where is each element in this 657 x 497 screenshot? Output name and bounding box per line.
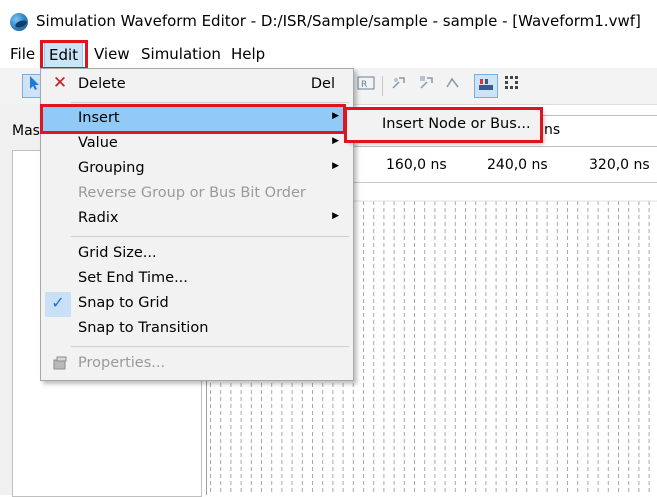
menu-item-set-end-time[interactable]: Set End Time... bbox=[41, 267, 351, 292]
menu-item-label: Set End Time... bbox=[78, 270, 188, 286]
menu-item-label: Properties... bbox=[78, 355, 166, 371]
grid-icon[interactable] bbox=[501, 74, 523, 96]
menu-item-label: Radix bbox=[78, 210, 119, 226]
properties-icon bbox=[51, 355, 69, 373]
insert-annotation-box bbox=[40, 104, 346, 134]
panel-label: Mas bbox=[12, 123, 40, 139]
expand-icon[interactable] bbox=[416, 74, 438, 96]
menu-separator bbox=[71, 346, 349, 347]
menu-item-properties: Properties... bbox=[41, 352, 351, 377]
menu-item-grouping[interactable]: Grouping ▶ bbox=[41, 157, 351, 182]
menu-item-label: Value bbox=[78, 135, 118, 151]
menu-item-snap-to-transition[interactable]: Snap to Transition bbox=[41, 317, 351, 342]
menu-item-reverse-group: Reverse Group or Bus Bit Order bbox=[41, 182, 351, 207]
menu-item-grid-size[interactable]: Grid Size... bbox=[41, 242, 351, 267]
menu-view[interactable]: View bbox=[91, 45, 133, 63]
menu-item-label: Grouping bbox=[78, 160, 145, 176]
toolbar-separator bbox=[382, 76, 383, 96]
menu-item-value[interactable]: Value ▶ bbox=[41, 132, 351, 157]
menu-item-snap-to-grid[interactable]: ✓ Snap to Grid bbox=[41, 292, 351, 317]
menu-item-delete[interactable]: ✕ Delete Del bbox=[41, 73, 351, 98]
shortcut-label: Del bbox=[310, 76, 335, 92]
menu-bar: File Edit View Simulation Help bbox=[0, 42, 657, 68]
menu-separator bbox=[71, 102, 349, 103]
time-tick-label: 240,0 ns bbox=[487, 157, 548, 173]
time-tick-label: 160,0 ns bbox=[386, 157, 447, 173]
menu-file[interactable]: File bbox=[7, 45, 38, 63]
menu-item-radix[interactable]: Radix ▶ bbox=[41, 207, 351, 232]
window-title: Simulation Waveform Editor - D:/ISR/Samp… bbox=[36, 12, 641, 30]
time-unit-text: ns bbox=[544, 122, 561, 138]
menu-help[interactable]: Help bbox=[228, 45, 268, 63]
svg-text:R: R bbox=[361, 80, 367, 90]
menu-separator bbox=[71, 236, 349, 237]
grid-snap-icon[interactable] bbox=[474, 74, 498, 98]
submenu-arrow-icon: ▶ bbox=[332, 161, 339, 171]
submenu-annotation-box bbox=[344, 107, 543, 143]
submenu-arrow-icon: ▶ bbox=[332, 211, 339, 221]
submenu-arrow-icon: ▶ bbox=[332, 136, 339, 146]
menu-item-label: Snap to Transition bbox=[78, 320, 209, 336]
menu-item-label: Grid Size... bbox=[78, 245, 157, 261]
checkmark-icon: ✓ bbox=[51, 293, 65, 312]
menu-item-label: Reverse Group or Bus Bit Order bbox=[78, 185, 306, 201]
zoom-icon[interactable] bbox=[388, 74, 410, 96]
app-logo-icon bbox=[10, 13, 28, 31]
transition-icon[interactable] bbox=[442, 74, 464, 96]
menu-edit[interactable]: Edit bbox=[44, 42, 84, 68]
menu-simulation[interactable]: Simulation bbox=[138, 45, 224, 63]
title-bar: Simulation Waveform Editor - D:/ISR/Samp… bbox=[0, 0, 657, 42]
menu-item-label: Snap to Grid bbox=[78, 295, 169, 311]
time-tick-label: 320,0 ns bbox=[589, 157, 650, 173]
value-xr-icon[interactable]: R bbox=[355, 74, 377, 96]
menu-item-label: Delete bbox=[78, 76, 126, 92]
delete-x-icon: ✕ bbox=[52, 73, 68, 93]
